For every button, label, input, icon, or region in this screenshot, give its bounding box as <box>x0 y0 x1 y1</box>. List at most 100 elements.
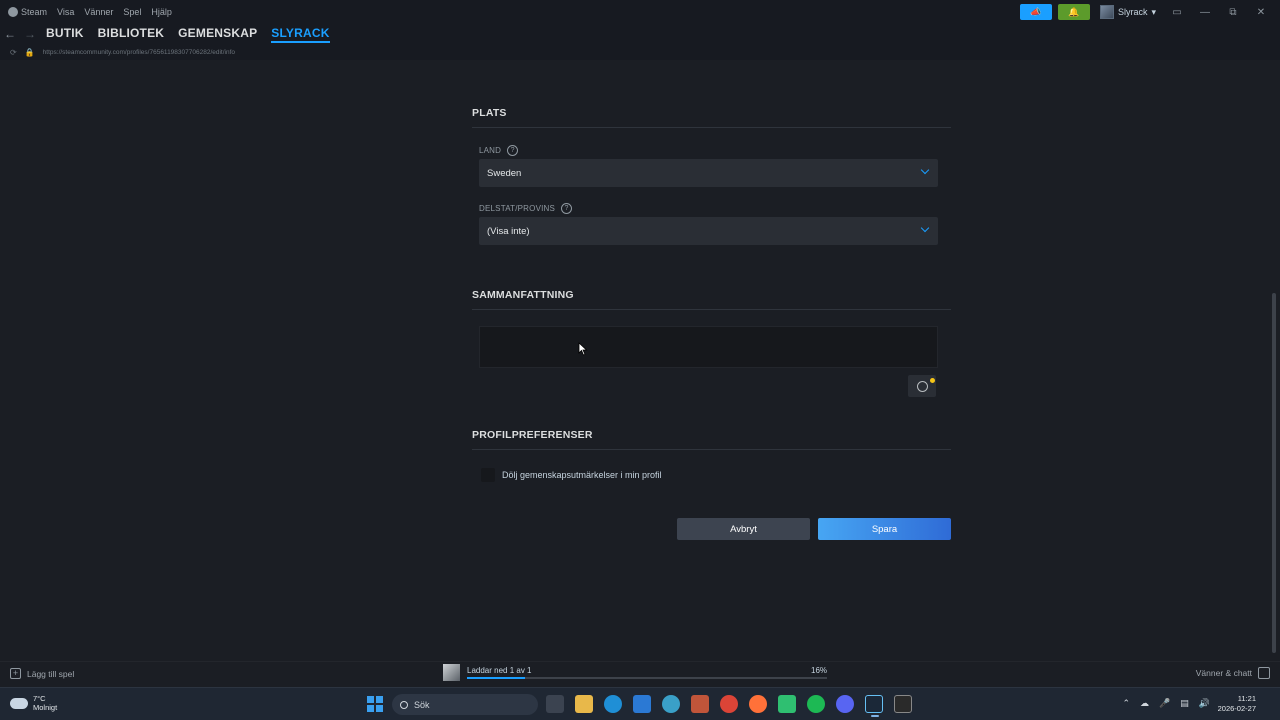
help-icon[interactable]: ? <box>507 145 519 156</box>
tab-bibliotek[interactable]: BIBLIOTEK <box>98 26 164 43</box>
chevron-down-icon <box>920 223 930 233</box>
state-label-text: DELSTAT/PROVINS <box>479 204 556 213</box>
close-icon[interactable]: ✕ <box>1250 7 1272 18</box>
country-label: LAND ? <box>479 145 519 156</box>
restore-icon[interactable]: ⧉ <box>1222 7 1244 18</box>
menu-visa[interactable]: Visa <box>57 7 74 17</box>
chat-icon <box>1258 667 1270 679</box>
edge-icon[interactable] <box>604 695 622 713</box>
hide-badges-checkbox[interactable] <box>481 468 495 482</box>
windows-start-icon[interactable] <box>367 696 383 712</box>
country-label-text: LAND <box>479 146 502 155</box>
chevron-down-icon <box>920 165 930 175</box>
network-icon[interactable]: ▤ <box>1180 698 1189 709</box>
notification-bell-icon[interactable]: 🔔 <box>1057 4 1090 20</box>
download-status[interactable]: Laddar ned 1 av 1 <box>467 666 532 675</box>
taskbar-apps <box>546 695 912 717</box>
friends-chat-button[interactable]: Vänner & chatt <box>1196 667 1270 679</box>
weather-temp: 7°C <box>33 694 46 703</box>
steam-logo-icon <box>8 7 18 18</box>
system-tray: ⌃ ☁ 🎤 ▤ 🔊 <box>1123 698 1211 709</box>
steam-nav: ← → BUTIK BIBLIOTEK GEMENSKAP SLYRACK <box>0 24 1280 44</box>
username: Slyrack <box>1117 7 1148 17</box>
megaphone-icon[interactable]: 📣 <box>1019 4 1052 20</box>
lock-icon: 🔒 <box>24 47 35 57</box>
epic-games-icon[interactable] <box>894 695 912 713</box>
add-game-button[interactable]: + Lägg till spel <box>10 668 74 679</box>
clock-date: 2026-02-27 <box>1217 704 1256 713</box>
divider <box>472 449 951 450</box>
user-menu[interactable]: Slyrack ▾ <box>1096 5 1160 19</box>
taskbar-clock[interactable]: 11:21 2026-02-27 <box>1218 694 1256 714</box>
save-button[interactable]: Spara <box>818 518 951 540</box>
steam-menu: Steam Visa Vänner Spel Hjälp <box>0 7 172 18</box>
file-explorer-icon[interactable] <box>575 695 593 713</box>
chevron-down-icon: ▾ <box>1151 6 1156 17</box>
android-app-icon[interactable] <box>778 695 796 713</box>
state-select[interactable]: (Visa inte) <box>479 217 938 245</box>
chevron-up-icon[interactable]: ⌃ <box>1123 698 1131 709</box>
back-arrow-icon[interactable]: ← <box>0 27 20 41</box>
clock-time: 11:21 <box>1237 694 1256 703</box>
tab-gemenskap[interactable]: GEMENSKAP <box>178 26 257 43</box>
add-game-label: Lägg till spel <box>27 668 75 679</box>
reload-icon[interactable]: ⟳ <box>10 48 17 57</box>
mouse-cursor-icon <box>578 342 588 356</box>
new-indicator-dot <box>930 378 935 383</box>
microphone-icon[interactable]: 🎤 <box>1159 698 1170 709</box>
hide-badges-option[interactable]: Dölj gemenskapsutmärkelser i min profil <box>481 468 662 482</box>
divider <box>472 309 951 310</box>
help-icon[interactable]: ? <box>561 203 573 214</box>
cloud-icon <box>10 697 28 709</box>
url-bar: ⟳ 🔒 https://steamcommunity.com/profiles/… <box>0 44 1280 60</box>
friends-chat-label: Vänner & chatt <box>1195 668 1252 678</box>
steam-titlebar: Steam Visa Vänner Spel Hjälp 📣 🔔 Slyrack… <box>0 0 1280 24</box>
weather-widget[interactable]: 7°C Molnigt <box>10 694 57 712</box>
menu-steam[interactable]: Steam <box>8 7 47 18</box>
chrome-icon[interactable] <box>720 695 738 713</box>
download-percent: 16% <box>811 666 828 675</box>
discord-icon[interactable] <box>836 695 854 713</box>
spotify-icon[interactable] <box>807 695 825 713</box>
search-placeholder: Sök <box>414 699 430 710</box>
scrollbar[interactable] <box>1272 293 1276 653</box>
cancel-button[interactable]: Avbryt <box>677 518 810 540</box>
menu-spel[interactable]: Spel <box>123 7 141 17</box>
brave-icon[interactable] <box>691 695 709 713</box>
edge-dev-icon[interactable] <box>662 695 680 713</box>
tab-profile[interactable]: SLYRACK <box>271 26 330 43</box>
onedrive-icon[interactable]: ☁ <box>1140 698 1149 709</box>
steam-taskbar-icon[interactable] <box>865 695 883 717</box>
download-progress-fill <box>467 677 525 679</box>
download-progress-bar <box>467 677 827 679</box>
minimize-icon[interactable]: — <box>1194 7 1216 18</box>
menu-hjalp[interactable]: Hjälp <box>151 7 172 17</box>
state-label: DELSTAT/PROVINS ? <box>479 203 573 214</box>
edit-profile-content: PLATS LAND ? Sweden DELSTAT/PROVINS ? (V… <box>0 60 1280 661</box>
volume-icon[interactable]: 🔊 <box>1199 698 1210 709</box>
plus-icon: + <box>10 668 21 679</box>
weather-desc: Molnigt <box>33 703 58 712</box>
download-game-thumbnail[interactable] <box>443 664 460 681</box>
country-select[interactable]: Sweden <box>479 159 938 187</box>
big-picture-icon[interactable]: ▭ <box>1166 7 1188 18</box>
url-text[interactable]: https://steamcommunity.com/profiles/7656… <box>43 49 235 56</box>
steam-footer: + Lägg till spel Laddar ned 1 av 1 16% V… <box>0 661 1280 687</box>
state-value: (Visa inte) <box>487 225 530 237</box>
taskbar-search[interactable]: Sök <box>392 694 538 715</box>
outlook-icon[interactable] <box>633 695 651 713</box>
avatar <box>1099 5 1114 19</box>
menu-vanner[interactable]: Vänner <box>84 7 113 17</box>
firefox-icon[interactable] <box>749 695 767 713</box>
country-value: Sweden <box>487 167 522 179</box>
forward-arrow-icon[interactable]: → <box>20 27 40 41</box>
smiley-icon <box>916 380 928 392</box>
tab-butik[interactable]: BUTIK <box>46 26 84 43</box>
divider <box>472 127 951 128</box>
task-view-icon[interactable] <box>546 695 564 713</box>
search-icon <box>400 700 408 709</box>
summary-textarea[interactable] <box>479 326 938 368</box>
section-title-summary: SAMMANFATTNING <box>472 289 574 301</box>
hide-badges-label: Dölj gemenskapsutmärkelser i min profil <box>502 470 662 480</box>
section-title-preferences: PROFILPREFERENSER <box>472 429 593 441</box>
